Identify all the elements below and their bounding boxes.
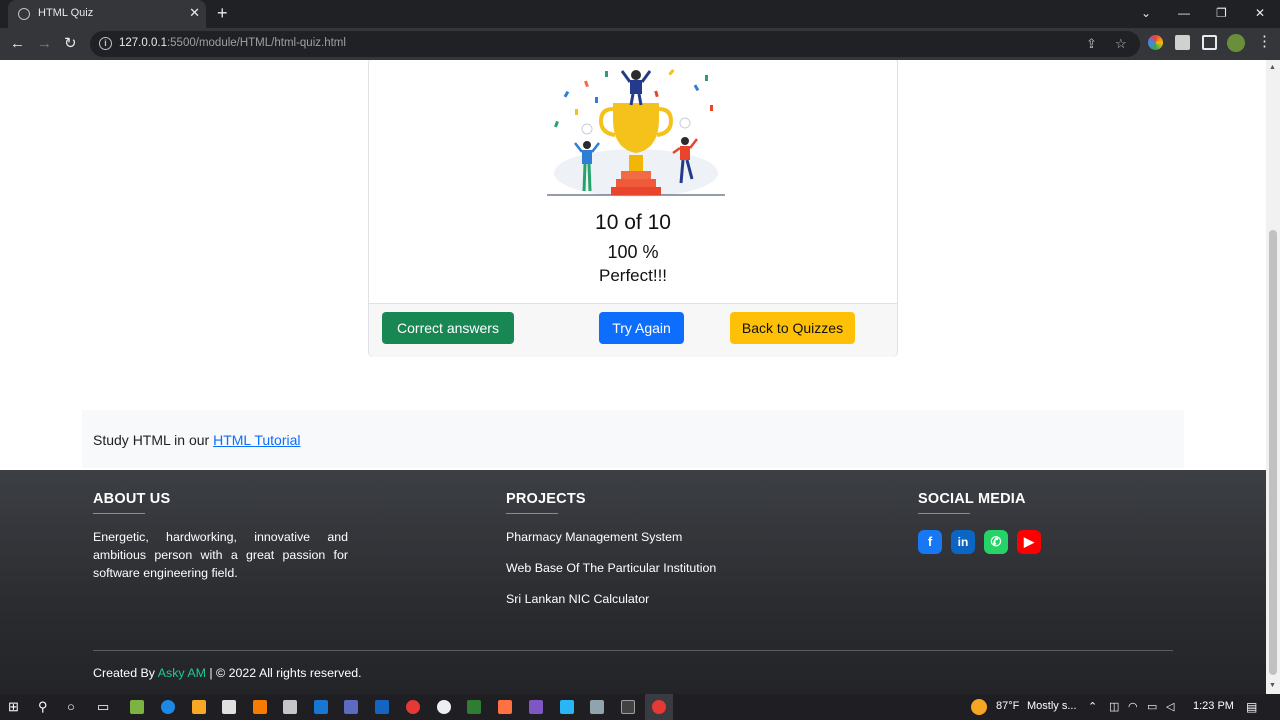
projects-heading: PROJECTS	[506, 491, 586, 507]
close-window-button[interactable]: ✕	[1255, 4, 1265, 22]
trophy-illustration	[547, 69, 725, 197]
share-icon[interactable]: ⇪	[1086, 35, 1097, 53]
puzzle-icon[interactable]	[1175, 35, 1190, 50]
page-viewport: 10 of 10 100 % Perfect!!! Correct answer…	[0, 60, 1266, 694]
menu-kebab-icon[interactable]: ⋮	[1257, 32, 1272, 50]
wifi-icon[interactable]: ◠	[1128, 698, 1138, 716]
scroll-up-icon[interactable]: ▲	[1269, 64, 1276, 71]
browser-tab-bar: HTML Quiz ✕ + ⌄ — ❐ ✕	[0, 0, 1280, 28]
tab-search-icon[interactable]: ⌄	[1141, 4, 1151, 22]
scroll-down-icon[interactable]: ▼	[1269, 682, 1276, 689]
terminal-icon[interactable]	[621, 700, 635, 714]
app-icon[interactable]	[253, 700, 267, 714]
globe-icon	[18, 8, 30, 20]
restore-button[interactable]: ❐	[1216, 4, 1227, 22]
copyright-text: Created By Asky AM | © 2022 All rights r…	[93, 666, 362, 680]
back-icon[interactable]: ←	[10, 34, 25, 54]
skype-icon[interactable]	[560, 700, 574, 714]
footer-divider	[93, 650, 1173, 651]
html-tutorial-link[interactable]: HTML Tutorial	[213, 432, 300, 448]
visual-studio-icon[interactable]	[529, 700, 543, 714]
app-icon[interactable]	[590, 700, 604, 714]
quiz-result-card: 10 of 10 100 % Perfect!!! Correct answer…	[368, 60, 898, 357]
page-scrollbar[interactable]: ▲ ▼	[1266, 60, 1280, 694]
weather-icon[interactable]	[971, 699, 987, 715]
clock-time[interactable]: 1:23 PM	[1193, 700, 1234, 712]
project-link[interactable]: Pharmacy Management System	[506, 530, 682, 544]
try-again-button[interactable]: Try Again	[599, 312, 684, 344]
whatsapp-icon[interactable]: ✆	[984, 530, 1008, 554]
about-heading: ABOUT US	[93, 491, 171, 507]
tab-close-icon[interactable]: ✕	[189, 5, 200, 21]
chrome-active-icon[interactable]	[652, 700, 666, 714]
browser-toolbar: ← → ↻ i 127.0.0.1:5500/module/HTML/html-…	[0, 28, 1280, 60]
edge-icon[interactable]	[161, 700, 175, 714]
weather-text[interactable]: Mostly s...	[1027, 700, 1077, 712]
about-heading-underline	[93, 513, 145, 514]
battery-icon[interactable]: ▭	[1147, 698, 1157, 716]
card-footer: Correct answers Try Again Back to Quizze…	[369, 303, 897, 357]
about-text: Energetic, hardworking, innovative and a…	[93, 530, 348, 580]
figma-icon[interactable]	[498, 700, 512, 714]
extension-icon[interactable]	[1148, 35, 1163, 50]
score-remark: Perfect!!!	[598, 266, 668, 285]
correct-answers-button[interactable]: Correct answers	[382, 312, 514, 344]
browser-tab[interactable]: HTML Quiz ✕	[8, 0, 206, 28]
teams-icon[interactable]	[344, 700, 358, 714]
tab-title: HTML Quiz	[38, 7, 94, 19]
projects-heading-underline	[506, 513, 558, 514]
youtube-icon[interactable]: ▶	[1017, 530, 1041, 554]
study-text: Study HTML in our HTML Tutorial	[93, 432, 301, 448]
side-panel-icon[interactable]	[1202, 35, 1217, 50]
windows-taskbar: ⊞ ⚲ ○ ▭ 87°F Mostly s... ⌃ ◫ ◠ ▭ ◁ 1:23 …	[0, 694, 1280, 720]
project-link[interactable]: Sri Lankan NIC Calculator	[506, 592, 649, 606]
score-percent: 100 %	[607, 242, 659, 262]
network-icon[interactable]: ◫	[1109, 698, 1119, 716]
study-banner: Study HTML in our HTML Tutorial	[82, 410, 1184, 468]
score-text: 10 of 10	[595, 211, 671, 234]
social-heading-underline	[918, 513, 970, 514]
address-bar[interactable]: i 127.0.0.1:5500/module/HTML/html-quiz.h…	[90, 31, 1140, 57]
social-heading: SOCIAL MEDIA	[918, 491, 1026, 507]
app-icon[interactable]	[130, 700, 144, 714]
reload-icon[interactable]: ↻	[64, 34, 77, 54]
file-explorer-icon[interactable]	[192, 700, 206, 714]
profile-avatar[interactable]	[1227, 34, 1245, 52]
weather-temp[interactable]: 87°F	[996, 700, 1019, 712]
scrollbar-thumb[interactable]	[1269, 230, 1277, 675]
info-icon[interactable]: i	[99, 37, 112, 50]
chevron-up-icon[interactable]: ⌃	[1088, 698, 1097, 716]
project-link[interactable]: Web Base Of The Particular Institution	[506, 561, 716, 575]
search-icon[interactable]: ⚲	[38, 698, 48, 716]
url-text[interactable]: 127.0.0.1:5500/module/HTML/html-quiz.htm…	[119, 37, 346, 49]
excel-icon[interactable]	[467, 700, 481, 714]
linkedin-icon[interactable]: in	[951, 530, 975, 554]
cortana-icon[interactable]: ○	[67, 698, 75, 716]
chrome-icon[interactable]	[406, 700, 420, 714]
app-icon[interactable]	[437, 700, 451, 714]
vscode-icon[interactable]	[314, 700, 328, 714]
forward-icon[interactable]: →	[37, 34, 52, 54]
mail-icon[interactable]	[222, 700, 236, 714]
windows-start-icon[interactable]: ⊞	[8, 698, 19, 716]
word-icon[interactable]	[375, 700, 389, 714]
star-icon[interactable]: ☆	[1115, 35, 1127, 53]
volume-icon[interactable]: ◁	[1166, 698, 1174, 716]
store-icon[interactable]	[283, 700, 297, 714]
minimize-button[interactable]: —	[1178, 4, 1190, 22]
back-to-quizzes-button[interactable]: Back to Quizzes	[730, 312, 855, 344]
facebook-icon[interactable]: f	[918, 530, 942, 554]
new-tab-button[interactable]: +	[217, 3, 228, 23]
author-link[interactable]: Asky AM	[158, 666, 206, 680]
site-footer: ABOUT US Energetic, hardworking, innovat…	[0, 470, 1266, 694]
task-view-icon[interactable]: ▭	[97, 698, 109, 716]
notification-icon[interactable]: ▤	[1246, 698, 1257, 716]
